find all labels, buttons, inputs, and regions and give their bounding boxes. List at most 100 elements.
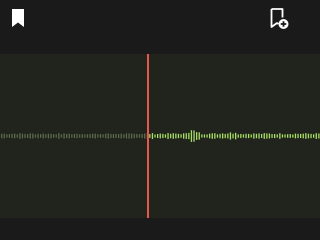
waveform-bar-played (29, 133, 31, 139)
waveform-bar-unplayed (209, 133, 211, 139)
waveform-bar-played (81, 134, 83, 138)
waveform-bar-played (45, 134, 47, 138)
audio-player-screen (0, 0, 320, 240)
waveform-bar-unplayed (151, 133, 154, 139)
waveform-bar-played (97, 134, 99, 138)
waveform-bar-played (60, 134, 63, 138)
waveform-bar-unplayed (297, 133, 299, 139)
waveform-bar-played (71, 134, 73, 138)
waveform-bar-played (1, 133, 3, 139)
waveform-bar-unplayed (261, 134, 263, 138)
waveform-bar-unplayed (276, 134, 278, 138)
waveform-bar-unplayed (180, 134, 182, 138)
waveform-bar-played (47, 133, 50, 139)
waveform-bar-played (79, 134, 81, 138)
waveform-bar-unplayed (287, 134, 289, 138)
waveform-bar-played (84, 134, 86, 138)
waveform-bar-unplayed (307, 133, 310, 139)
waveform-bar-unplayed (268, 133, 271, 139)
waveform-bar-unplayed (203, 134, 206, 138)
waveform-bar-unplayed (263, 133, 265, 139)
bookmark-button[interactable] (6, 6, 30, 30)
waveform-bar-played (53, 134, 55, 138)
waveform-bar-played (76, 133, 78, 139)
waveform-bar-unplayed (167, 133, 169, 139)
waveform-bar-played (128, 133, 130, 139)
waveform-bar-unplayed (279, 133, 281, 139)
waveform-bar-unplayed (232, 133, 234, 139)
waveform-bar-unplayed (188, 132, 190, 140)
waveform-bar-unplayed (235, 132, 237, 140)
waveform-bar-played (37, 133, 39, 139)
waveform-bar-unplayed (224, 133, 226, 139)
waveform-bar-played (73, 133, 76, 138)
waveform-bar-played (34, 134, 37, 138)
bookmark-icon (12, 9, 24, 27)
waveform-bar-unplayed (313, 134, 315, 138)
waveform-bar-unplayed (300, 133, 302, 138)
add-bookmark-button[interactable] (266, 6, 290, 30)
waveform-bar-unplayed (175, 133, 177, 139)
waveform-bar-played (66, 134, 68, 138)
waveform-bar-unplayed (305, 133, 307, 139)
waveform-bar-unplayed (253, 133, 255, 139)
waveform-bar-played (115, 133, 117, 138)
waveform-bar-played (107, 133, 109, 139)
bookmark-add-icon (270, 8, 289, 29)
waveform-bar-unplayed (255, 133, 258, 139)
waveform-bar-played (50, 133, 52, 139)
waveform-bar-unplayed (281, 134, 284, 138)
waveform-bar-played (16, 134, 18, 138)
waveform-bar-played (58, 133, 60, 139)
waveform-bar-played (42, 133, 44, 139)
waveform-bar-played (123, 134, 125, 138)
waveform-bar-played (141, 133, 143, 139)
waveform-bar-unplayed (237, 134, 239, 138)
waveform-bar-unplayed (198, 132, 200, 140)
waveform-bar-unplayed (274, 134, 276, 139)
waveform-bar-played (55, 134, 57, 138)
waveform-bar-unplayed (284, 134, 286, 138)
waveform-bar-played (125, 133, 128, 139)
waveform-bar-played (40, 134, 42, 138)
waveform-bar-unplayed (206, 134, 208, 138)
waveform-bar-unplayed (310, 133, 312, 139)
waveform-bar-unplayed (193, 130, 195, 142)
waveform-bar-played (63, 133, 65, 139)
playhead[interactable] (147, 54, 149, 218)
waveform-bar-unplayed (162, 133, 164, 139)
waveform-bar-unplayed (315, 133, 317, 139)
bottom-bar (0, 218, 320, 240)
waveform-bar-played (118, 134, 120, 138)
waveform-bar-played (8, 134, 11, 138)
waveform-bar-unplayed (154, 134, 156, 138)
waveform-bar-played (6, 134, 8, 138)
waveform-bar-unplayed (216, 134, 219, 138)
waveform-bar-unplayed (271, 134, 273, 138)
waveform-bar-played (138, 134, 141, 138)
waveform-bar-unplayed (292, 134, 294, 138)
waveform-bar-played (92, 133, 94, 139)
waveform-bar-played (110, 134, 112, 139)
waveform-bar-played (131, 133, 133, 139)
waveform-bar-played (120, 133, 122, 139)
waveform-bar-played (68, 133, 70, 139)
waveform-bar-played (89, 133, 91, 139)
waveform-bar-unplayed (157, 134, 159, 139)
waveform-bar-played (86, 134, 89, 138)
waveform-area[interactable] (0, 54, 320, 218)
waveform-bar-played (21, 133, 24, 139)
waveform-bar-unplayed (258, 133, 260, 139)
waveform-bar-unplayed (196, 132, 198, 140)
waveform-bar-unplayed (164, 134, 167, 138)
waveform-bar-unplayed (248, 133, 250, 139)
waveform-bar-played (144, 133, 146, 139)
waveform-bar-played (102, 134, 104, 138)
waveform-bar-played (94, 133, 96, 139)
waveform-bar-unplayed (211, 133, 213, 139)
waveform-bar-played (14, 133, 16, 139)
waveform-bar-played (136, 134, 138, 138)
waveform (1, 130, 320, 142)
waveform-bar-unplayed (250, 134, 252, 138)
waveform-bar-played (19, 133, 21, 139)
